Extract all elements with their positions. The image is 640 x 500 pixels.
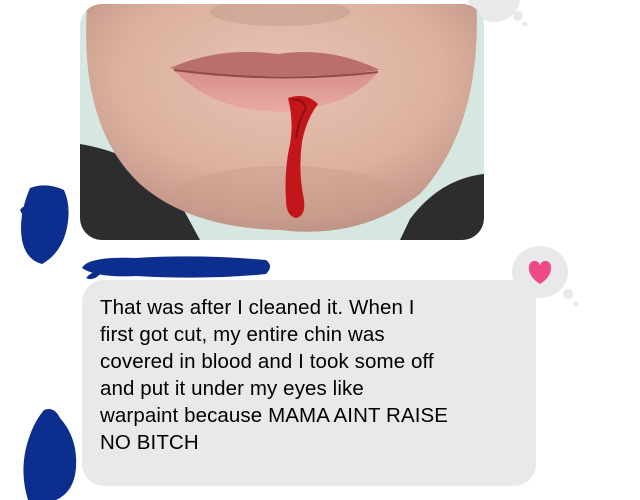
lip-photo: [80, 4, 484, 240]
text-message-bubble[interactable]: That was after I cleaned it. When I firs…: [82, 280, 536, 486]
redacted-avatar-top: [20, 185, 69, 264]
image-message[interactable]: [80, 4, 484, 240]
heart-icon[interactable]: [508, 244, 588, 314]
redacted-avatar-bottom: [23, 409, 77, 500]
redacted-sender-name: [82, 256, 270, 280]
message-text: That was after I cleaned it. When I firs…: [100, 296, 449, 454]
